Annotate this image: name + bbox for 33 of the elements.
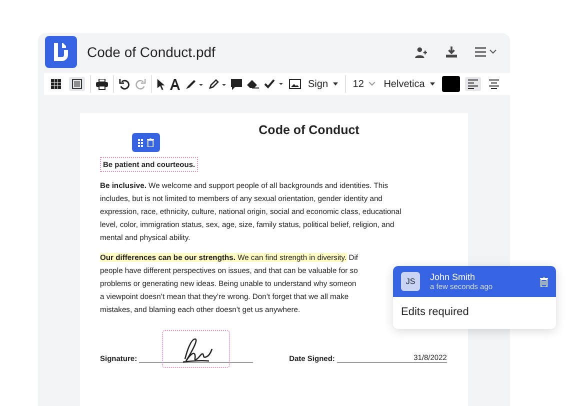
image-icon[interactable] [289, 79, 301, 89]
text-color-swatch[interactable] [442, 76, 460, 92]
font-family-dropdown[interactable]: Helvetica [382, 78, 437, 90]
signature-drawing[interactable] [162, 330, 230, 368]
grid-view-button[interactable] [48, 77, 64, 91]
download-icon[interactable] [446, 46, 457, 58]
document-heading: Code of Conduct [258, 123, 360, 137]
document-logo-icon [45, 36, 77, 68]
text-tool-icon[interactable] [170, 78, 180, 90]
caret-icon [430, 82, 435, 86]
comment-author: John Smith [430, 272, 476, 282]
sign-dropdown[interactable]: Sign [306, 78, 340, 90]
comment-text: Edits required [400, 305, 470, 320]
trash-icon[interactable] [147, 138, 154, 147]
add-user-icon[interactable] [415, 46, 428, 58]
drag-handle-icon[interactable] [138, 138, 143, 146]
page-view-button[interactable] [69, 77, 85, 91]
undo-icon[interactable] [119, 78, 130, 90]
document-title: Code of Conduct.pdf [87, 44, 216, 60]
brush-dropdown-icon[interactable] [185, 78, 203, 90]
chevron-down-icon [368, 82, 375, 86]
menu-icon[interactable] [475, 47, 497, 57]
trash-icon[interactable] [540, 276, 548, 286]
caret-icon [332, 82, 338, 86]
checkmark-dropdown-icon[interactable] [264, 79, 284, 89]
print-icon[interactable] [96, 78, 108, 90]
eraser-icon[interactable] [247, 79, 259, 89]
align-left-button[interactable] [464, 77, 481, 91]
avatar: JS [401, 272, 420, 291]
comment-icon[interactable] [231, 78, 242, 90]
highlighter-dropdown-icon[interactable] [208, 78, 226, 90]
pointer-icon[interactable] [157, 78, 165, 90]
font-size-dropdown[interactable]: 12 [350, 78, 377, 90]
